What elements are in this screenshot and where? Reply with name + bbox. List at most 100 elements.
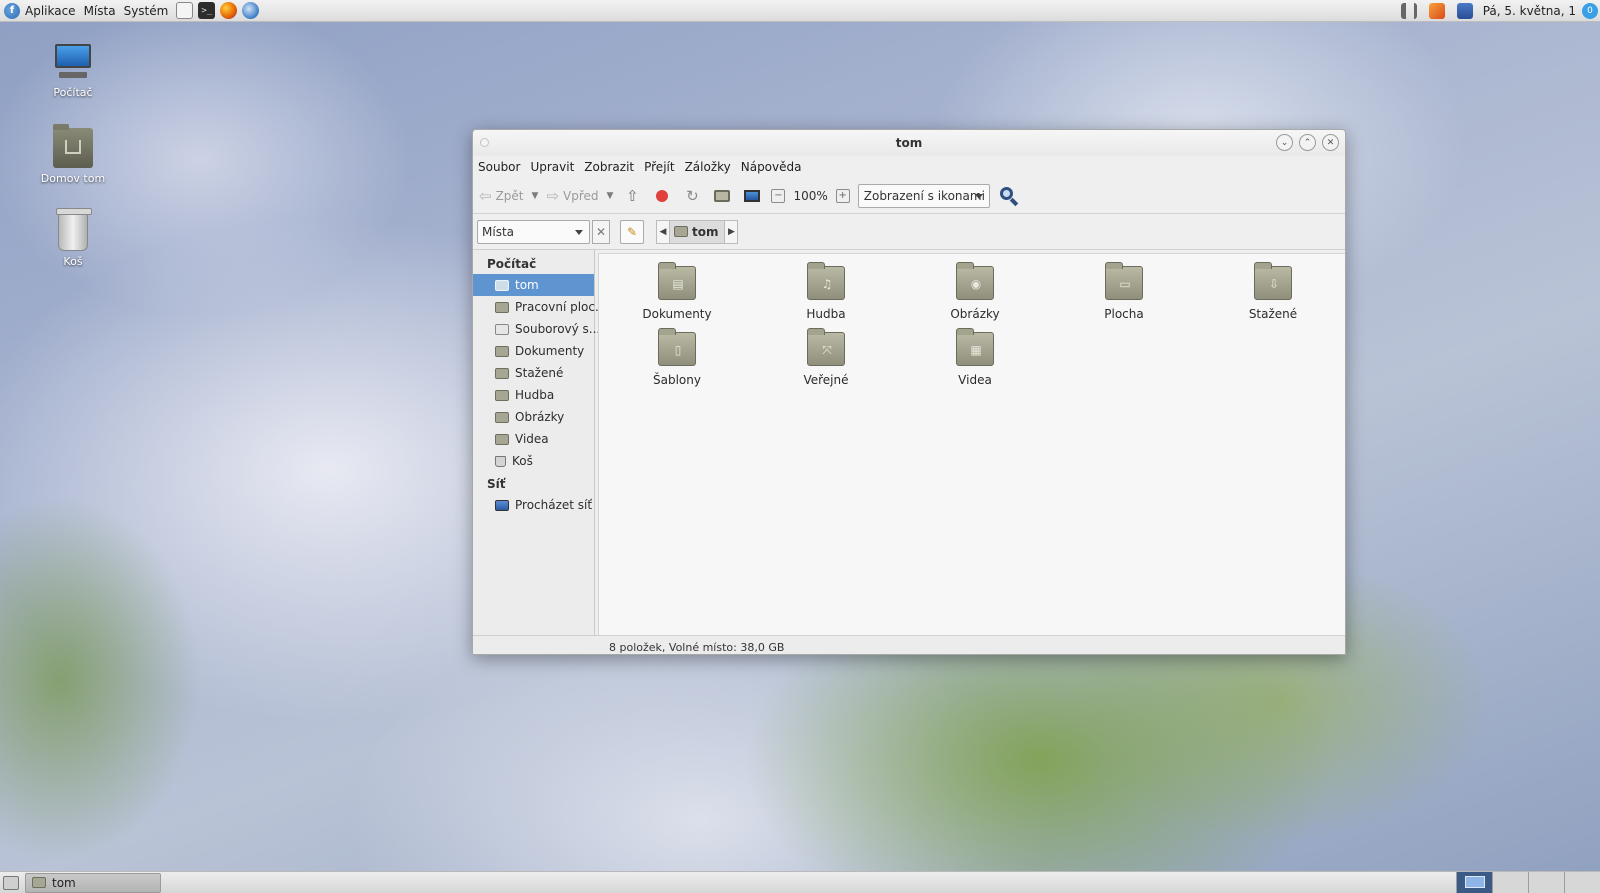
trash-icon	[495, 455, 506, 467]
file-item[interactable]: ▭ Plocha	[1064, 262, 1184, 321]
close-side-pane-icon[interactable]: ✕	[592, 219, 610, 244]
taskbar-window-button[interactable]: tom	[25, 872, 161, 893]
file-item[interactable]: ⇩ Stažené	[1213, 262, 1333, 321]
forward-button[interactable]: ⇨ Vpřed ▼	[546, 187, 613, 205]
view-mode-value: Zobrazení s ikonami	[863, 188, 985, 203]
documents-folder-icon	[495, 345, 509, 357]
crumb-label: tom	[692, 224, 719, 239]
volume-icon[interactable]	[1400, 2, 1417, 19]
thunderbird-launcher-icon[interactable]	[242, 2, 260, 19]
notification-icon[interactable]: 0	[1582, 2, 1598, 19]
back-button[interactable]: ⇦ Zpět ▼	[479, 187, 538, 205]
view-mode-select[interactable]: Zobrazení s ikonami	[857, 183, 990, 208]
menu-view[interactable]: Zobrazit	[584, 160, 634, 174]
show-desktop-icon[interactable]	[3, 875, 19, 890]
music-folder-icon: ♫	[807, 262, 845, 300]
desktop-icon-computer[interactable]: Počítač	[23, 42, 123, 99]
sidebar-item[interactable]: Stažené	[473, 362, 594, 384]
text-editor-launcher-icon[interactable]	[176, 2, 194, 19]
network-status-icon[interactable]	[1456, 2, 1473, 19]
sidebar-item[interactable]: Videa	[473, 428, 594, 450]
zoom-level[interactable]: 100%	[793, 189, 827, 203]
sidebar-item-label: Stažené	[515, 366, 564, 380]
file-item[interactable]: ♫ Hudba	[766, 262, 886, 321]
menu-places[interactable]: Místa	[84, 4, 116, 18]
menu-system[interactable]: Systém	[124, 4, 169, 18]
sidebar-item[interactable]: Koš	[473, 450, 594, 472]
zoom-in-icon[interactable]: +	[835, 188, 850, 203]
search-icon[interactable]	[998, 185, 1020, 207]
top-panel: f Aplikace Místa Systém >_ Pá, 5. května…	[0, 0, 1600, 22]
up-icon[interactable]: ⇧	[621, 185, 643, 207]
edit-location-icon[interactable]: ✎	[620, 219, 644, 244]
desktop-folder-icon	[495, 301, 509, 313]
zoom-out-icon[interactable]: −	[771, 188, 786, 203]
back-history-dropdown-icon[interactable]: ▼	[532, 191, 539, 201]
chevron-down-icon	[974, 193, 983, 199]
sidebar-heading-computer: Počítač	[487, 257, 537, 271]
sidebar-item[interactable]: Obrázky	[473, 406, 594, 428]
stop-icon[interactable]	[651, 185, 673, 207]
file-manager-window: tom ⌄ ⌃ ✕ Soubor Upravit Zobrazit Přejít…	[472, 129, 1346, 655]
side-pane-select-value: Místa	[482, 224, 514, 239]
close-button[interactable]: ✕	[1322, 134, 1339, 151]
sidebar-heading-network: Síť	[487, 477, 506, 491]
crumb-left-arrow-icon[interactable]: ◀	[656, 219, 670, 244]
sidebar-item[interactable]: Pracovní ploc...	[473, 296, 606, 318]
menu-go[interactable]: Přejít	[644, 160, 674, 174]
sidebar-item[interactable]: Procházet síť	[473, 494, 594, 516]
window-menu-icon[interactable]	[480, 138, 489, 147]
sidebar-item-label: Hudba	[515, 388, 555, 402]
desktop-folder-icon: ▭	[1105, 262, 1143, 300]
menu-applications[interactable]: Aplikace	[25, 4, 76, 18]
file-item-label: Šablony	[653, 373, 701, 387]
file-item[interactable]: ⤧ Veřejné	[766, 328, 886, 387]
workspace-4[interactable]	[1564, 871, 1600, 893]
content-area: Počítač tom Pracovní ploc... Souborový s..…	[473, 250, 1345, 635]
menu-bookmarks[interactable]: Záložky	[685, 160, 731, 174]
sidebar-item[interactable]: Dokumenty	[473, 340, 594, 362]
desktop-icon-trash[interactable]: Koš	[23, 208, 123, 268]
workspace-1[interactable]	[1456, 871, 1492, 893]
home-folder-icon	[53, 124, 93, 168]
crumb-current-folder[interactable]: tom	[670, 219, 725, 244]
public-folder-icon: ⤧	[807, 328, 845, 366]
maximize-button[interactable]: ⌃	[1299, 134, 1316, 151]
sidebar-item-label: Dokumenty	[515, 344, 585, 358]
breadcrumb: ◀ tom ▶	[656, 219, 739, 244]
terminal-launcher-icon[interactable]: >_	[198, 2, 216, 19]
sidebar-item[interactable]: tom	[473, 274, 594, 296]
desktop-icon-home[interactable]: Domov tom	[23, 124, 123, 185]
forward-arrow-icon: ⇨	[546, 186, 560, 205]
firefox-launcher-icon[interactable]	[220, 2, 238, 19]
icon-view[interactable]: ▤ Dokumenty ♫ Hudba ◉ Obrázky ▭ Plocha ⇩ Stažené ▯…	[598, 253, 1345, 635]
templates-folder-icon: ▯	[658, 328, 696, 366]
file-item[interactable]: ▯ Šablony	[617, 328, 737, 387]
file-item[interactable]: ◉ Obrázky	[915, 262, 1035, 321]
videos-folder-icon: ▦	[956, 328, 994, 366]
sidebar-item[interactable]: Souborový s...	[473, 318, 600, 340]
clock[interactable]: Pá, 5. května, 1	[1483, 4, 1576, 18]
file-item-label: Obrázky	[950, 307, 1000, 321]
home-icon[interactable]	[711, 185, 733, 207]
minimize-button[interactable]: ⌄	[1276, 134, 1293, 151]
desktop-icon-label: Koš	[63, 255, 83, 268]
menu-file[interactable]: Soubor	[478, 160, 520, 174]
workspace-2[interactable]	[1492, 871, 1528, 893]
menu-help[interactable]: Nápověda	[741, 160, 802, 174]
computer-icon[interactable]	[741, 185, 763, 207]
side-pane-select[interactable]: Místa	[477, 219, 590, 244]
window-titlebar[interactable]: tom ⌄ ⌃ ✕	[473, 130, 1345, 156]
updates-icon[interactable]	[1428, 2, 1445, 19]
file-item[interactable]: ▦ Videa	[915, 328, 1035, 387]
forward-history-dropdown-icon[interactable]: ▼	[607, 191, 614, 201]
file-item[interactable]: ▤ Dokumenty	[617, 262, 737, 321]
workspace-3[interactable]	[1528, 871, 1564, 893]
menu-edit[interactable]: Upravit	[530, 160, 574, 174]
applications-logo-icon[interactable]: f	[4, 2, 20, 19]
pictures-folder-icon	[495, 411, 509, 423]
crumb-right-arrow-icon[interactable]: ▶	[724, 219, 739, 244]
reload-icon[interactable]: ↻	[681, 185, 703, 207]
sidebar-item[interactable]: Hudba	[473, 384, 594, 406]
network-icon	[495, 499, 509, 511]
